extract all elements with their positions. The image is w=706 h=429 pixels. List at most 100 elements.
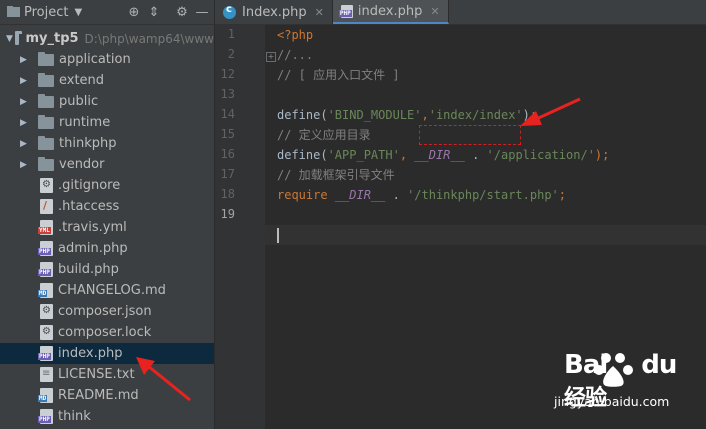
chevron-down-icon[interactable]: ▼ [74, 7, 82, 18]
close-icon[interactable]: ✕ [315, 6, 324, 19]
tree-folder-public[interactable]: ▶ public [0, 91, 214, 112]
file-label: composer.lock [58, 325, 152, 340]
project-toolbar: Project ▼ ⊕ ⇕ ⚙ — [0, 0, 214, 25]
tab-index-php[interactable]: PHP index.php ✕ [332, 0, 449, 24]
php-file-icon: PHP [38, 262, 53, 277]
yml-file-icon: YML [38, 220, 53, 235]
editor-gutter: 1 2 12 13 14 15 16 17 18 19 + [215, 25, 276, 429]
code-line: // 加载框架引导文件 [277, 165, 395, 185]
root-path: D:\php\wamp64\www [84, 31, 214, 46]
code-token: // [ 应用入口文件 ] [277, 68, 400, 82]
code-token: __DIR__ [334, 188, 386, 202]
text-file-icon [40, 367, 53, 382]
line-number: 17 [220, 167, 235, 181]
code-token: '/application/' [486, 148, 595, 162]
tree-folder-extend[interactable]: ▶ extend [0, 70, 214, 91]
htaccess-icon [40, 199, 53, 214]
file-label: .travis.yml [58, 220, 127, 235]
file-label: LICENSE.txt [58, 367, 135, 382]
folder-icon [38, 72, 54, 87]
code-token: '/thinkphp/start.php' [407, 188, 559, 202]
folder-label: application [59, 52, 131, 67]
gear-icon[interactable]: ⚙ [172, 2, 192, 22]
chevron-right-icon[interactable]: ▶ [20, 139, 30, 149]
folder-label: thinkphp [59, 136, 117, 151]
code-line: define('BIND_MODULE','index/index'); [277, 105, 537, 125]
tree-file-item[interactable]: MD CHANGELOG.md [0, 280, 214, 301]
code-token: //... [277, 48, 314, 62]
code-line: // [ 应用入口文件 ] [277, 65, 400, 85]
chevron-right-icon[interactable]: ▶ [20, 160, 30, 170]
code-token: . [385, 188, 408, 202]
tree-folder-application[interactable]: ▶ application [0, 49, 214, 70]
editor-tab-bar: Index.php ✕ PHP index.php ✕ [215, 0, 706, 25]
tree-file-item[interactable]: composer.json [0, 301, 214, 322]
locate-file-icon[interactable]: ⊕ [124, 2, 144, 22]
markdown-file-icon: MD [38, 283, 53, 298]
chevron-right-icon[interactable]: ▶ [20, 76, 30, 86]
folder-icon [14, 30, 22, 45]
chevron-right-icon[interactable]: ▶ [20, 55, 30, 65]
tree-file-item[interactable]: .htaccess [0, 196, 214, 217]
tree-folder-runtime[interactable]: ▶ runtime [0, 112, 214, 133]
markdown-file-icon: MD [38, 388, 53, 403]
tree-folder-vendor[interactable]: ▶ vendor [0, 154, 214, 175]
tree-file-item[interactable]: PHP admin.php [0, 238, 214, 259]
tree-file-item[interactable]: YML .travis.yml [0, 217, 214, 238]
file-label: build.php [58, 262, 119, 277]
file-label: admin.php [58, 241, 128, 256]
chevron-right-icon[interactable]: ▶ [20, 118, 30, 128]
tree-file-item[interactable]: PHP build.php [0, 259, 214, 280]
annotation-highlight-box [419, 125, 521, 145]
collapse-all-icon[interactable]: ⇕ [144, 2, 164, 22]
watermark-url: jingyan.baidu.com [554, 394, 670, 409]
line-number: 19 [220, 207, 235, 221]
file-label: .htaccess [58, 199, 120, 214]
project-view-icon[interactable] [6, 2, 20, 22]
tree-folder-thinkphp[interactable]: ▶ thinkphp [0, 133, 214, 154]
tree-file-item[interactable]: .gitignore [0, 175, 214, 196]
gitignore-icon [40, 178, 53, 193]
file-label: CHANGELOG.md [58, 283, 166, 298]
chevron-right-icon[interactable]: ▶ [20, 97, 30, 107]
code-token: define( [277, 148, 328, 162]
project-view-title[interactable]: Project [24, 5, 68, 20]
chevron-down-icon[interactable]: ▼ [6, 34, 13, 44]
code-token: 'BIND_MODULE' [327, 108, 422, 122]
code-line: define('APP_PATH', __DIR__ . '/applicati… [277, 145, 609, 165]
tree-file-item[interactable]: PHP think [0, 406, 214, 427]
fold-expand-icon[interactable]: + [266, 52, 276, 62]
code-token: ); [594, 148, 610, 162]
folder-label: vendor [59, 157, 105, 172]
hide-panel-icon[interactable]: — [192, 2, 212, 22]
tree-root[interactable]: ▼ my_tp5 D:\php\wamp64\www [0, 28, 214, 49]
code-token: <?php [277, 28, 314, 42]
file-label: index.php [58, 346, 123, 361]
folder-icon [38, 93, 54, 108]
code-token: // 加载框架引导文件 [277, 168, 395, 182]
code-token: . [464, 148, 487, 162]
code-line: <?php [277, 25, 313, 45]
code-token: , [399, 148, 415, 162]
code-token: // 定义应用目录 [277, 128, 371, 142]
code-token: ; [558, 188, 567, 202]
tree-file-item[interactable]: composer.lock [0, 322, 214, 343]
code-line: // 定义应用目录 [277, 125, 371, 145]
code-token: define( [277, 108, 328, 122]
code-token: 'APP_PATH' [327, 148, 400, 162]
folder-label: runtime [59, 115, 111, 130]
text-caret [277, 228, 279, 243]
baidu-watermark: Bai du经验 jingyan.baidu.com [524, 350, 694, 420]
php-file-icon: PHP [338, 4, 353, 18]
json-file-icon [40, 304, 53, 319]
tab-index-php-upper[interactable]: Index.php ✕ [215, 0, 333, 24]
php-file-icon: PHP [38, 241, 53, 256]
line-number: 14 [220, 107, 235, 121]
folder-icon [38, 156, 54, 171]
lock-file-icon [40, 325, 53, 340]
close-icon[interactable]: ✕ [430, 5, 439, 18]
php-file-icon: PHP [38, 346, 53, 361]
line-number: 12 [220, 67, 235, 81]
code-line: //... [277, 45, 313, 65]
line-number: 2 [227, 47, 235, 61]
